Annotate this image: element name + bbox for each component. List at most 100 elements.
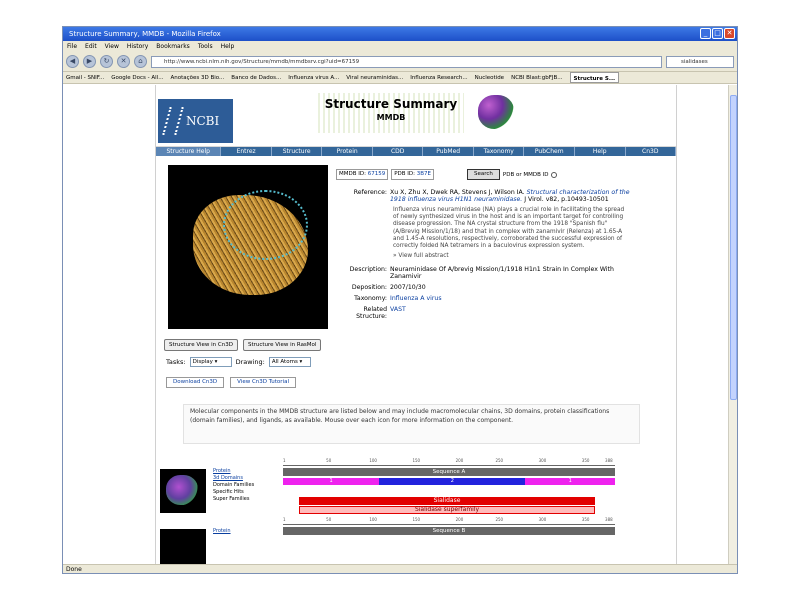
tab-navigation: Structure Help Entrez Structure Protein … (156, 147, 677, 156)
protein-link[interactable]: Protein (213, 468, 254, 475)
tick-label: 200 (455, 517, 464, 522)
browser-window: Structure Summary, MMDB - Mozilla Firefo… (62, 26, 738, 574)
protein-backbone (223, 190, 308, 260)
bookmark-item[interactable]: Anotações 3D Bio... (170, 72, 224, 83)
sialidase-hit-bar[interactable]: Sialidase (299, 497, 595, 505)
tasks-select[interactable]: Display ▾ (189, 357, 232, 367)
bookmark-item[interactable]: NCBI Blast:gbFJB... (511, 72, 562, 83)
tab-taxonomy[interactable]: Taxonomy (474, 147, 525, 156)
vast-link[interactable]: VAST (390, 306, 630, 320)
rasmol-view-button[interactable]: Structure View in RasMol (242, 339, 322, 351)
ncbi-logo[interactable]: NCBI (158, 99, 233, 143)
minimize-button[interactable]: _ (700, 28, 711, 39)
menu-history[interactable]: History (127, 41, 148, 52)
bookmark-item[interactable]: Banco de Dados... (231, 72, 281, 83)
tab-cn3d[interactable]: Cn3D (626, 147, 677, 156)
bookmark-item[interactable]: Google Docs - All... (111, 72, 163, 83)
search-button[interactable]: Search (467, 169, 500, 180)
reference-authors: Xu X, Zhu X, Dwek RA, Stevens J, Wilson … (390, 189, 525, 196)
specific-hits-label: Specific Hits (213, 489, 244, 495)
tick-label: 350 (581, 458, 590, 463)
tab-help[interactable]: Help (575, 147, 626, 156)
pdb-id-field[interactable]: PDB ID: 3B7E (391, 169, 435, 180)
3d-domains-link[interactable]: 3d Domains (213, 475, 254, 482)
deposition-value: 2007/10/30 (390, 284, 426, 292)
pdb-id-value: 3B7E (416, 171, 432, 177)
tab-pubchem[interactable]: PubChem (524, 147, 575, 156)
mmdb-id-field[interactable]: MMDB ID: 67159 (336, 169, 389, 180)
domain-1a[interactable]: 1 (283, 478, 380, 485)
taxonomy-link[interactable]: Influenza A virus (390, 295, 630, 302)
maximize-button[interactable]: □ (712, 28, 723, 39)
protein-link-b[interactable]: Protein (213, 528, 231, 535)
tick-label: 388 (605, 458, 613, 463)
reload-icon[interactable]: ↻ (100, 55, 113, 68)
url-bar[interactable]: http://www.ncbi.nlm.nih.gov/Structure/mm… (151, 55, 662, 68)
stop-icon[interactable]: ✕ (117, 55, 130, 68)
navigation-toolbar: ◀ ▶ ↻ ✕ ⌂ http://www.ncbi.nlm.nih.gov/St… (63, 52, 737, 72)
status-bar: Done (63, 564, 737, 573)
drawing-label: Drawing: (235, 358, 265, 366)
bookmark-item[interactable]: Influenza Research... (410, 72, 467, 83)
drawing-select[interactable]: All Atoms ▾ (268, 357, 311, 367)
tab-cdd[interactable]: CDD (373, 147, 424, 156)
id-type-radio[interactable] (551, 171, 558, 178)
tick-label: 50 (326, 458, 332, 463)
forward-icon[interactable]: ▶ (83, 55, 96, 68)
window-title: Structure Summary, MMDB - Mozilla Firefo… (69, 30, 221, 38)
home-icon[interactable]: ⌂ (134, 55, 147, 68)
tab-entrez[interactable]: Entrez (221, 147, 272, 156)
super-families-label: Super Families (213, 496, 250, 502)
menu-view[interactable]: View (105, 41, 119, 52)
sialidase-superfamily-bar[interactable]: Sialidase superfamily (299, 506, 595, 514)
bookmark-item[interactable]: Viral neuraminidas... (346, 72, 403, 83)
reference-value: Xu X, Zhu X, Dwek RA, Stevens J, Wilson … (390, 189, 630, 203)
tick-label: 1 (283, 517, 286, 522)
description-value: Neuraminidase Of A/brevig Mission/1/1918… (390, 266, 614, 281)
3d-domain-bar: 1 2 1 (283, 478, 615, 485)
molecular-components-note: Molecular components in the MMDB structu… (183, 404, 640, 444)
tab-protein[interactable]: Protein (322, 147, 373, 156)
tick-label: 300 (538, 517, 547, 522)
chain-b-thumbnail[interactable] (160, 529, 206, 564)
menu-tools[interactable]: Tools (198, 41, 213, 52)
mmdb-page: NCBI Structure Summary MMDB Structure He… (155, 85, 677, 564)
status-text: Done (66, 566, 82, 573)
tasks-label: Tasks: (166, 358, 186, 366)
menu-help[interactable]: Help (221, 41, 235, 52)
active-tab[interactable]: Structure S... (569, 72, 620, 83)
chain-a-thumbnail[interactable] (160, 469, 206, 513)
menu-file[interactable]: File (67, 41, 77, 52)
tab-structure[interactable]: Structure (272, 147, 323, 156)
abstract-text: Influenza virus neuraminidase (NA) plays… (393, 207, 625, 250)
title-box: Structure Summary MMDB (318, 93, 464, 133)
close-button[interactable]: ✕ (724, 28, 735, 39)
domain-2[interactable]: 2 (379, 478, 526, 485)
search-text: sialidases (681, 58, 708, 65)
search-box[interactable]: sialidases (666, 55, 734, 68)
structure-image[interactable] (168, 165, 328, 329)
bookmark-item[interactable]: Gmail - SNIF... (66, 72, 104, 83)
sequence-b-bar[interactable]: Sequence B (283, 527, 615, 535)
bookmark-item[interactable]: Nucleotide (475, 72, 504, 83)
bookmark-item[interactable]: Influenza virus A... (288, 72, 339, 83)
tick-label: 100 (369, 517, 377, 522)
scrollbar-thumb[interactable] (730, 95, 737, 400)
structure-info: Reference: Xu X, Zhu X, Dwek RA, Stevens… (340, 189, 630, 324)
view-full-abstract-label: View full abstract (398, 253, 449, 260)
menu-edit[interactable]: Edit (85, 41, 97, 52)
cn3d-tutorial-button[interactable]: View Cn3D Tutorial (230, 377, 296, 388)
sequence-a-bar[interactable]: Sequence A (283, 468, 615, 476)
menu-bookmarks[interactable]: Bookmarks (156, 41, 190, 52)
download-cn3d-button[interactable]: Download Cn3D (166, 377, 225, 388)
related-structure-label: Related Structure: (356, 306, 387, 321)
drawing-value: All Atoms (271, 359, 298, 365)
title-bar: Structure Summary, MMDB - Mozilla Firefo… (63, 27, 737, 41)
vertical-scrollbar[interactable] (728, 85, 737, 564)
tab-pubmed[interactable]: PubMed (423, 147, 474, 156)
cn3d-view-button[interactable]: Structure View in Cn3D (164, 339, 238, 351)
domain-1b[interactable]: 1 (525, 478, 615, 485)
tab-structure-help[interactable]: Structure Help (156, 147, 222, 156)
view-full-abstract-link[interactable]: » View full abstract (393, 253, 630, 260)
back-icon[interactable]: ◀ (66, 55, 79, 68)
